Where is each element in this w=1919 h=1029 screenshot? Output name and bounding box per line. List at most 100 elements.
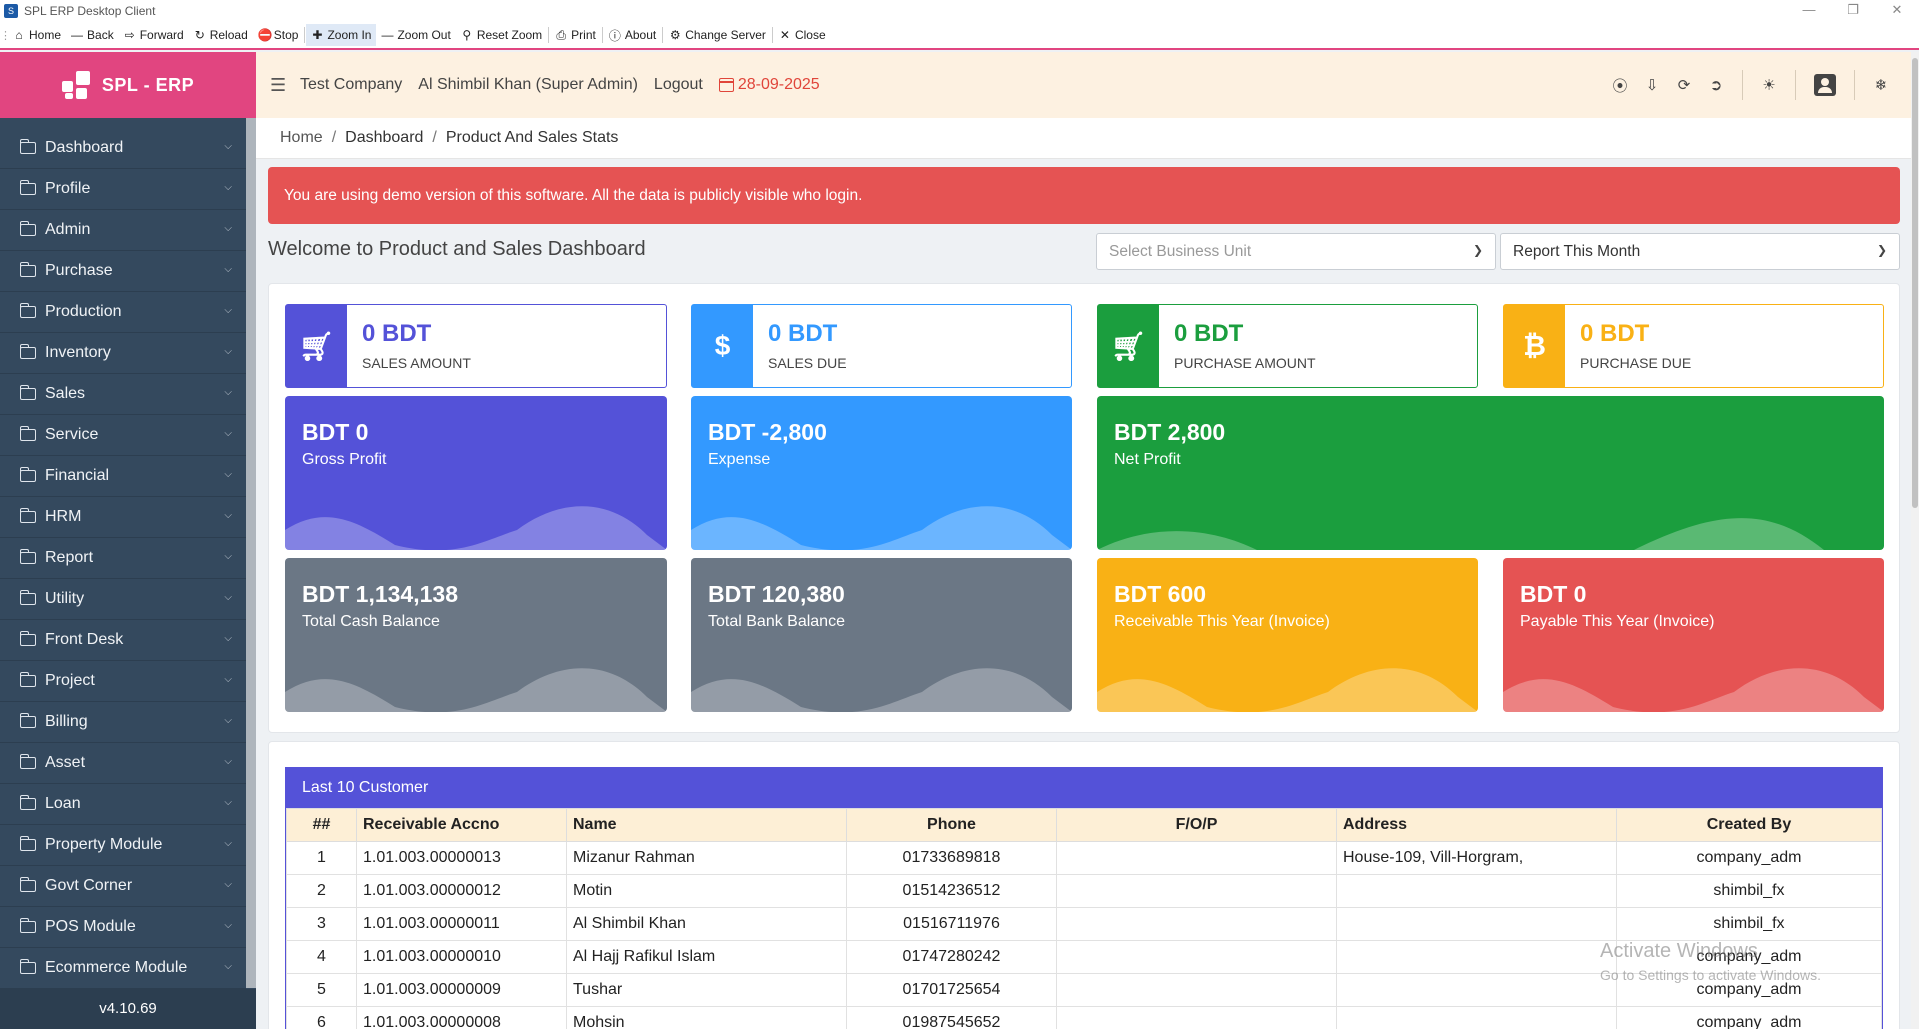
sidebar-item-govt-corner[interactable]: Govt Corner ⌵ [0, 866, 246, 907]
sidebar-item-admin[interactable]: Admin ⌵ [0, 210, 246, 251]
sidebar-item-sales[interactable]: Sales ⌵ [0, 374, 246, 415]
column-header[interactable]: F/O/P [1056, 808, 1337, 842]
sidebar-item-label: Production [45, 303, 122, 320]
stop-icon: ⛔ [257, 28, 273, 42]
table-row[interactable]: 1 1.01.003.00000013 Mizanur Rahman 01733689… [286, 841, 1882, 875]
header-divider [1742, 70, 1743, 100]
sidebar-item-report[interactable]: Report ⌵ [0, 538, 246, 579]
home-button[interactable]: ⌂ Home [8, 24, 66, 46]
reload-button[interactable]: ↻ Reload [189, 24, 253, 46]
minus-icon: — [381, 28, 394, 42]
folder-icon [19, 262, 36, 277]
sidebar-item-purchase[interactable]: Purchase ⌵ [0, 251, 246, 292]
zoom-out-button[interactable]: — Zoom Out [376, 24, 455, 46]
about-button[interactable]: ⓘ About [604, 24, 661, 46]
breadcrumb-home[interactable]: Home [280, 129, 323, 147]
chevron-down-icon: ⌵ [224, 510, 232, 521]
table-row[interactable]: 6 1.01.003.00000008 Mohsin 01987545652 compa… [286, 1006, 1882, 1029]
table-cell: 1.01.003.00000012 [356, 874, 567, 908]
table-cell: 01733689818 [846, 841, 1057, 875]
table-cell: 01701725654 [846, 973, 1057, 1007]
sidebar-item-production[interactable]: Production ⌵ [0, 292, 246, 333]
sidebar-item-inventory[interactable]: Inventory ⌵ [0, 333, 246, 374]
column-header[interactable]: Name [566, 808, 847, 842]
back-button[interactable]: — Back [66, 24, 119, 46]
forward-button[interactable]: ⇨ Forward [119, 24, 189, 46]
hamburger-icon[interactable]: ☰ [270, 75, 286, 96]
table-row[interactable]: 2 1.01.003.00000012 Motin 01514236512 shimbi… [286, 874, 1882, 908]
bank-balance-card: BDT 120,380 Total Bank Balance [691, 558, 1072, 712]
palette-icon[interactable]: ❄ [1865, 76, 1897, 94]
table-cell [1336, 874, 1617, 908]
sidebar-item-label: Front Desk [45, 631, 124, 648]
sidebar-item-asset[interactable]: Asset ⌵ [0, 743, 246, 784]
column-header[interactable]: Created By [1616, 808, 1882, 842]
sidebar-item-label: Utility [45, 590, 85, 607]
folder-icon [19, 631, 36, 646]
business-unit-select[interactable]: Select Business Unit ❯ [1096, 233, 1496, 270]
page-scrollbar[interactable] [1911, 52, 1919, 1029]
company-name[interactable]: Test Company [300, 76, 402, 94]
close-button[interactable]: ✕ Close [774, 24, 831, 46]
sync-icon[interactable]: ⟳ [1668, 76, 1700, 94]
close-window-icon[interactable]: ✕ [1875, 0, 1919, 22]
toolbar-divider [601, 27, 603, 43]
folder-icon [19, 836, 36, 851]
sidebar-item-property-module[interactable]: Property Module ⌵ [0, 825, 246, 866]
download-icon[interactable]: ⇩ [1636, 76, 1668, 94]
sidebar-item-label: Dashboard [45, 139, 124, 156]
sidebar-item-hrm[interactable]: HRM ⌵ [0, 497, 246, 538]
sidebar-item-project[interactable]: Project ⌵ [0, 661, 246, 702]
table-cell [1056, 1006, 1337, 1029]
table-row[interactable]: 3 1.01.003.00000011 Al Shimbil Khan 0151671… [286, 907, 1882, 941]
reset-zoom-button[interactable]: ⚲ Reset Zoom [456, 24, 547, 46]
sidebar-item-label: Govt Corner [45, 877, 133, 894]
scrollbar-thumb[interactable] [1912, 58, 1918, 508]
print-button[interactable]: ⎙ Print [550, 24, 601, 46]
sidebar-item-profile[interactable]: Profile ⌵ [0, 169, 246, 210]
breadcrumb-dashboard[interactable]: Dashboard [345, 129, 423, 147]
column-header[interactable]: Receivable Accno [356, 808, 567, 842]
column-header[interactable]: ## [286, 808, 357, 842]
sidebar-item-utility[interactable]: Utility ⌵ [0, 579, 246, 620]
folder-icon [19, 672, 36, 687]
logout-link[interactable]: Logout [654, 76, 703, 94]
zoom-in-button[interactable]: ✚ Zoom In [306, 24, 377, 46]
column-header[interactable]: Phone [846, 808, 1057, 842]
user-avatar-icon[interactable] [1814, 74, 1836, 96]
header-divider [1854, 70, 1855, 100]
minimize-icon[interactable]: — [1787, 0, 1831, 22]
sidebar-item-label: Purchase [45, 262, 113, 279]
table-cell [1336, 1006, 1617, 1029]
sidebar-item-pos-module[interactable]: POS Module ⌵ [0, 907, 246, 948]
sun-icon[interactable]: ☀ [1753, 76, 1785, 94]
broadcast-icon[interactable]: ⦿ [1604, 75, 1636, 96]
user-name[interactable]: Al Shimbil Khan (Super Admin) [418, 76, 638, 94]
exit-icon[interactable]: ➲ [1700, 76, 1732, 94]
column-header[interactable]: Address [1336, 808, 1617, 842]
report-period-select[interactable]: Report This Month ❯ [1500, 233, 1900, 270]
sidebar-item-loan[interactable]: Loan ⌵ [0, 784, 246, 825]
chevron-down-icon: ⌵ [224, 223, 232, 234]
sidebar-scrollbar[interactable] [246, 118, 256, 988]
chevron-down-icon: ⌵ [224, 674, 232, 685]
sidebar-item-dashboard[interactable]: Dashboard ⌵ [0, 128, 246, 169]
table-cell: 4 [286, 940, 357, 974]
sidebar-item-financial[interactable]: Financial ⌵ [0, 456, 246, 497]
brand[interactable]: SPL - ERP [0, 52, 256, 118]
folder-icon [19, 180, 36, 195]
table-cell [1336, 907, 1617, 941]
sidebar-item-billing[interactable]: Billing ⌵ [0, 702, 246, 743]
toolbar-grip[interactable]: ⋮ [0, 29, 11, 42]
change-server-button[interactable]: ⚙ Change Server [664, 24, 771, 46]
version-label: v4.10.69 [0, 989, 256, 1029]
stop-button[interactable]: ⛔ Stop [253, 24, 304, 46]
breadcrumb-separator: / [331, 129, 337, 146]
sidebar-item-ecommerce-module[interactable]: Ecommerce Module ⌵ [0, 948, 246, 989]
expense-card: BDT -2,800 Expense [691, 396, 1072, 550]
reload-icon: ↻ [194, 28, 205, 42]
sidebar-item-front-desk[interactable]: Front Desk ⌵ [0, 620, 246, 661]
sidebar-item-service[interactable]: Service ⌵ [0, 415, 246, 456]
chevron-down-icon: ⌵ [224, 633, 232, 644]
maximize-icon[interactable]: ❐ [1831, 0, 1875, 22]
